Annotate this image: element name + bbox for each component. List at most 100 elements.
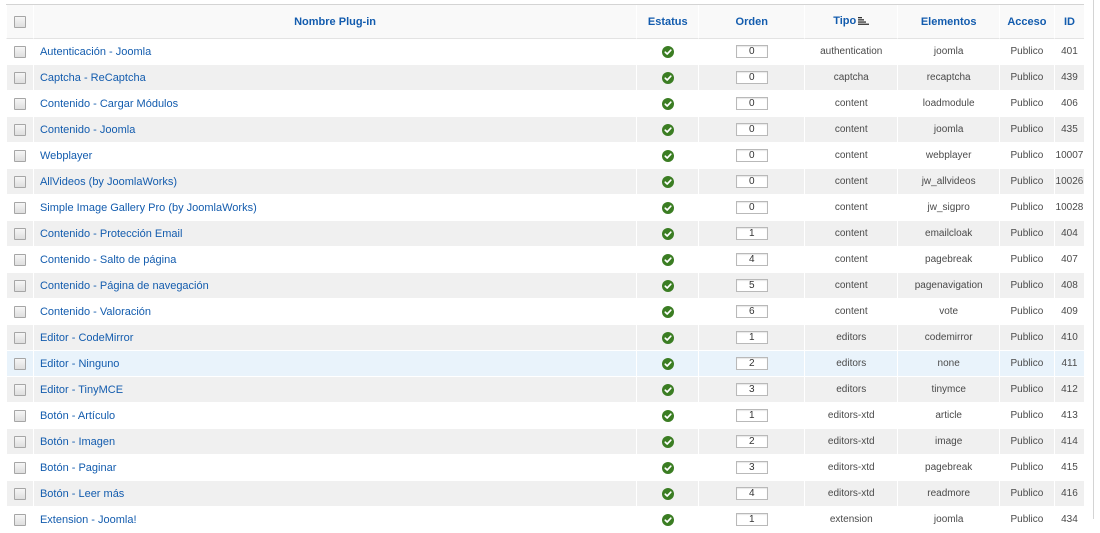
check-circle-icon[interactable] — [661, 123, 674, 136]
column-header-access[interactable]: Acceso — [998, 5, 1054, 39]
element-cell: vote — [897, 299, 999, 325]
row-checkbox[interactable] — [13, 357, 26, 370]
plugin-name-link[interactable]: Botón - Imagen — [40, 436, 115, 448]
check-circle-icon[interactable] — [661, 331, 674, 344]
check-circle-icon[interactable] — [661, 149, 674, 162]
row-checkbox[interactable] — [13, 513, 26, 526]
element-cell: jw_allvideos — [897, 169, 999, 195]
order-cell: 2 — [698, 429, 805, 455]
table-header: Nombre Plug-in Estatus Orden Tipo Elemen… — [6, 5, 1084, 39]
row-checkbox[interactable] — [13, 123, 26, 136]
check-circle-icon[interactable] — [661, 383, 674, 396]
check-circle-icon[interactable] — [661, 279, 674, 292]
check-circle-icon[interactable] — [661, 175, 674, 188]
table-row: Botón - Leer más 4 editors-xtd readmore Publ… — [6, 481, 1084, 507]
row-checkbox[interactable] — [13, 331, 26, 344]
order-input[interactable]: 0 — [735, 149, 768, 162]
row-checkbox[interactable] — [13, 97, 26, 110]
plugin-name-link[interactable]: Botón - Artículo — [40, 410, 115, 422]
plugin-name-link[interactable]: Contenido - Joomla — [40, 124, 135, 136]
order-input[interactable]: 1 — [735, 513, 768, 526]
row-checkbox[interactable] — [13, 279, 26, 292]
plugin-name-cell: Contenido - Protección Email — [32, 221, 637, 247]
check-circle-icon[interactable] — [661, 461, 674, 474]
plugin-name-link[interactable]: Contenido - Protección Email — [40, 228, 182, 240]
check-circle-icon[interactable] — [661, 45, 674, 58]
check-circle-icon[interactable] — [661, 487, 674, 500]
check-circle-icon[interactable] — [661, 71, 674, 84]
order-input[interactable]: 5 — [735, 279, 768, 292]
row-checkbox[interactable] — [13, 45, 26, 58]
select-all-checkbox[interactable] — [13, 15, 26, 28]
check-circle-icon[interactable] — [661, 435, 674, 448]
order-input[interactable]: 0 — [735, 175, 768, 188]
plugin-name-link[interactable]: Captcha - ReCaptcha — [40, 72, 146, 84]
check-circle-icon[interactable] — [661, 97, 674, 110]
order-input[interactable]: 3 — [735, 383, 768, 396]
order-input[interactable]: 4 — [735, 487, 768, 500]
order-input[interactable]: 1 — [735, 331, 768, 344]
column-header-id[interactable]: ID — [1053, 5, 1084, 39]
plugin-name-link[interactable]: Contenido - Cargar Módulos — [40, 98, 178, 110]
row-checkbox[interactable] — [13, 175, 26, 188]
column-header-type[interactable]: Tipo — [804, 5, 898, 39]
column-header-name[interactable]: Nombre Plug-in — [32, 5, 637, 39]
plugin-name-link[interactable]: Extension - Joomla! — [40, 514, 137, 526]
plugin-name-cell: Webplayer — [32, 143, 637, 169]
plugin-name-link[interactable]: Contenido - Salto de página — [40, 254, 176, 266]
order-input[interactable]: 0 — [735, 97, 768, 110]
order-input[interactable]: 0 — [735, 71, 768, 84]
column-header-order[interactable]: Orden — [698, 5, 805, 39]
plugin-name-link[interactable]: Editor - TinyMCE — [40, 384, 123, 396]
order-input[interactable]: 0 — [735, 45, 768, 58]
row-checkbox[interactable] — [13, 435, 26, 448]
column-header-elements[interactable]: Elementos — [897, 5, 999, 39]
column-header-status[interactable]: Estatus — [636, 5, 699, 39]
plugin-name-link[interactable]: Contenido - Página de navegación — [40, 280, 209, 292]
order-input[interactable]: 6 — [735, 305, 768, 318]
plugin-name-link[interactable]: Botón - Paginar — [40, 462, 116, 474]
order-input[interactable]: 1 — [735, 227, 768, 240]
status-cell — [636, 403, 699, 429]
plugin-name-link[interactable]: Simple Image Gallery Pro (by JoomlaWorks… — [40, 202, 257, 214]
plugin-name-cell: Botón - Leer más — [32, 481, 637, 507]
order-input[interactable]: 0 — [735, 201, 768, 214]
order-input[interactable]: 2 — [735, 435, 768, 448]
order-input[interactable]: 2 — [735, 357, 768, 370]
check-circle-icon[interactable] — [661, 305, 674, 318]
row-checkbox[interactable] — [13, 305, 26, 318]
row-checkbox[interactable] — [13, 487, 26, 500]
check-circle-icon[interactable] — [661, 513, 674, 526]
access-cell: Publico — [998, 377, 1054, 403]
order-input[interactable]: 1 — [735, 409, 768, 422]
row-checkbox[interactable] — [13, 461, 26, 474]
row-checkbox[interactable] — [13, 409, 26, 422]
check-circle-icon[interactable] — [661, 357, 674, 370]
check-circle-icon[interactable] — [661, 201, 674, 214]
order-input[interactable]: 4 — [735, 253, 768, 266]
plugin-name-link[interactable]: Contenido - Valoración — [40, 306, 151, 318]
check-circle-icon[interactable] — [661, 253, 674, 266]
order-input[interactable]: 3 — [735, 461, 768, 474]
plugin-name-link[interactable]: AllVideos (by JoomlaWorks) — [40, 176, 177, 188]
plugin-name-link[interactable]: Webplayer — [40, 150, 92, 162]
plugin-name-link[interactable]: Autenticación - Joomla — [40, 46, 151, 58]
type-cell: editors-xtd — [804, 429, 898, 455]
row-checkbox[interactable] — [13, 149, 26, 162]
row-checkbox[interactable] — [13, 71, 26, 84]
row-checkbox[interactable] — [13, 201, 26, 214]
row-checkbox[interactable] — [13, 227, 26, 240]
order-input[interactable]: 0 — [735, 123, 768, 136]
status-cell — [636, 117, 699, 143]
plugin-name-link[interactable]: Editor - CodeMirror — [40, 332, 134, 344]
row-checkbox[interactable] — [13, 253, 26, 266]
row-checkbox[interactable] — [13, 383, 26, 396]
plugin-name-link[interactable]: Editor - Ninguno — [40, 358, 120, 370]
type-cell: content — [804, 195, 898, 221]
id-cell: 416 — [1053, 481, 1084, 507]
sort-ascending-icon — [858, 16, 870, 28]
check-circle-icon[interactable] — [661, 409, 674, 422]
check-circle-icon[interactable] — [661, 227, 674, 240]
plugin-name-link[interactable]: Botón - Leer más — [40, 488, 124, 500]
plugin-name-cell: Editor - Ninguno — [32, 351, 637, 377]
